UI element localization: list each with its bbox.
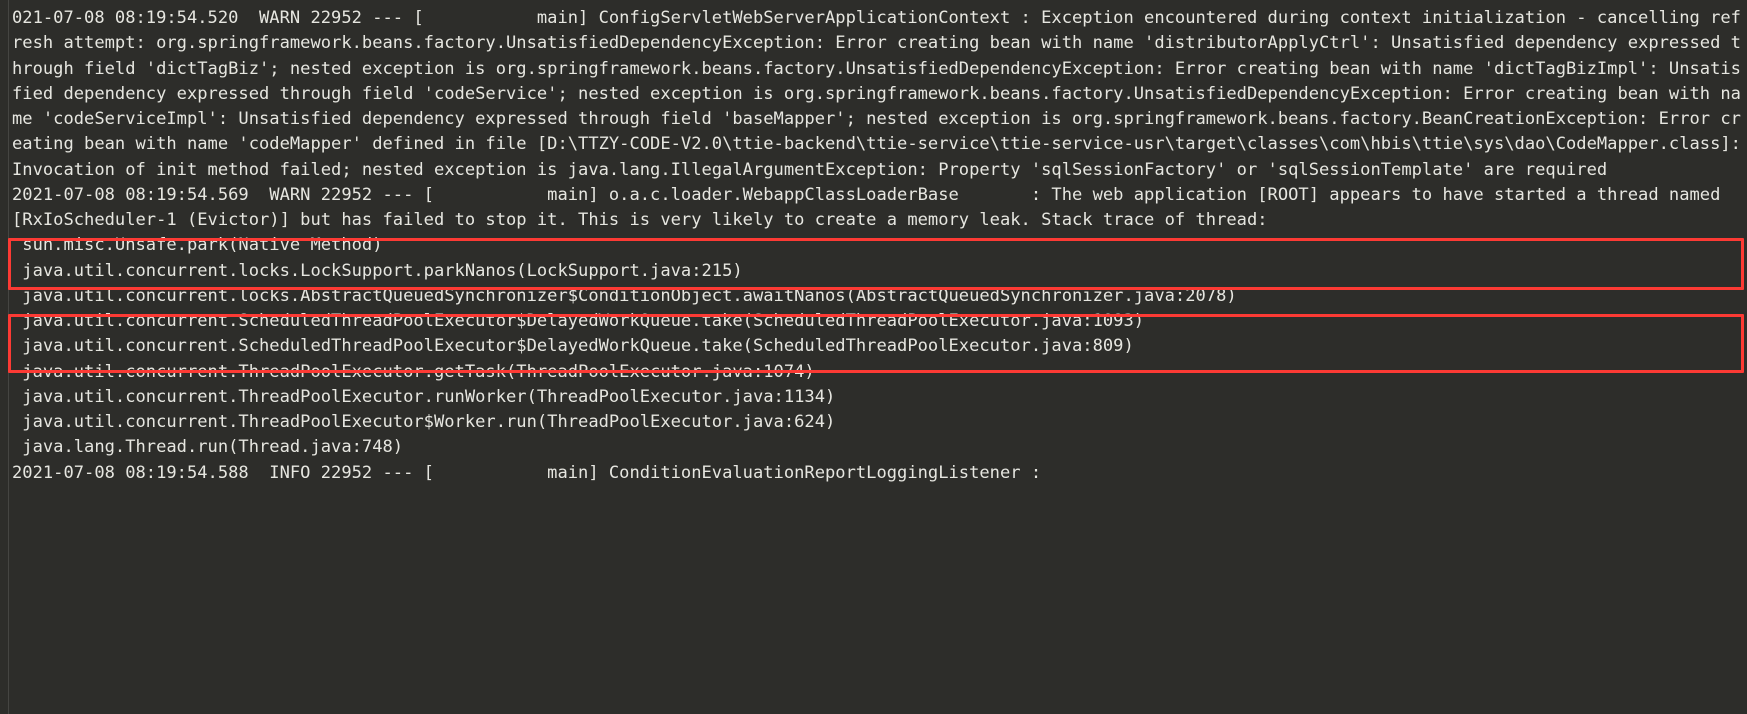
stack-trace-line: java.util.concurrent.ThreadPoolExecutor.… [12, 361, 815, 382]
log-entry-text: 021-07-08 08:19:54.520 WARN 22952 --- [ … [12, 8, 1741, 180]
stack-trace-line: java.util.concurrent.ThreadPoolExecutor.… [12, 386, 836, 407]
stack-trace-line: java.util.concurrent.ThreadPoolExecutor$… [12, 412, 836, 432]
log-entry-text: 2021-07-08 08:19:54.569 WARN 22952 --- [… [12, 184, 1731, 230]
stack-trace: sun.misc.Unsafe.park(Native Method) java… [0, 233, 1747, 460]
stack-trace-line: java.lang.Thread.run(Thread.java:748) [12, 437, 404, 458]
stack-trace-line: java.util.concurrent.ScheduledThreadPool… [12, 311, 1145, 331]
log-entry-warn-config-servlet: 021-07-08 08:19:54.520 WARN 22952 --- [ … [0, 6, 1747, 183]
log-entry-text: 2021-07-08 08:19:54.588 INFO 22952 --- [… [12, 462, 1042, 483]
log-console[interactable]: 021-07-08 08:19:54.520 WARN 22952 --- [ … [0, 0, 1747, 714]
log-entry-info-condition-report: 2021-07-08 08:19:54.588 INFO 22952 --- [… [0, 461, 1747, 486]
log-entry-warn-webapp-classloader: 2021-07-08 08:19:54.569 WARN 22952 --- [… [0, 183, 1747, 234]
stack-trace-line: java.util.concurrent.locks.LockSupport.p… [12, 260, 743, 281]
stack-trace-line: java.util.concurrent.locks.AbstractQueue… [12, 285, 1237, 306]
stack-trace-line: java.util.concurrent.ScheduledThreadPool… [12, 336, 1134, 357]
stack-trace-line: sun.misc.Unsafe.park(Native Method) [12, 235, 383, 256]
